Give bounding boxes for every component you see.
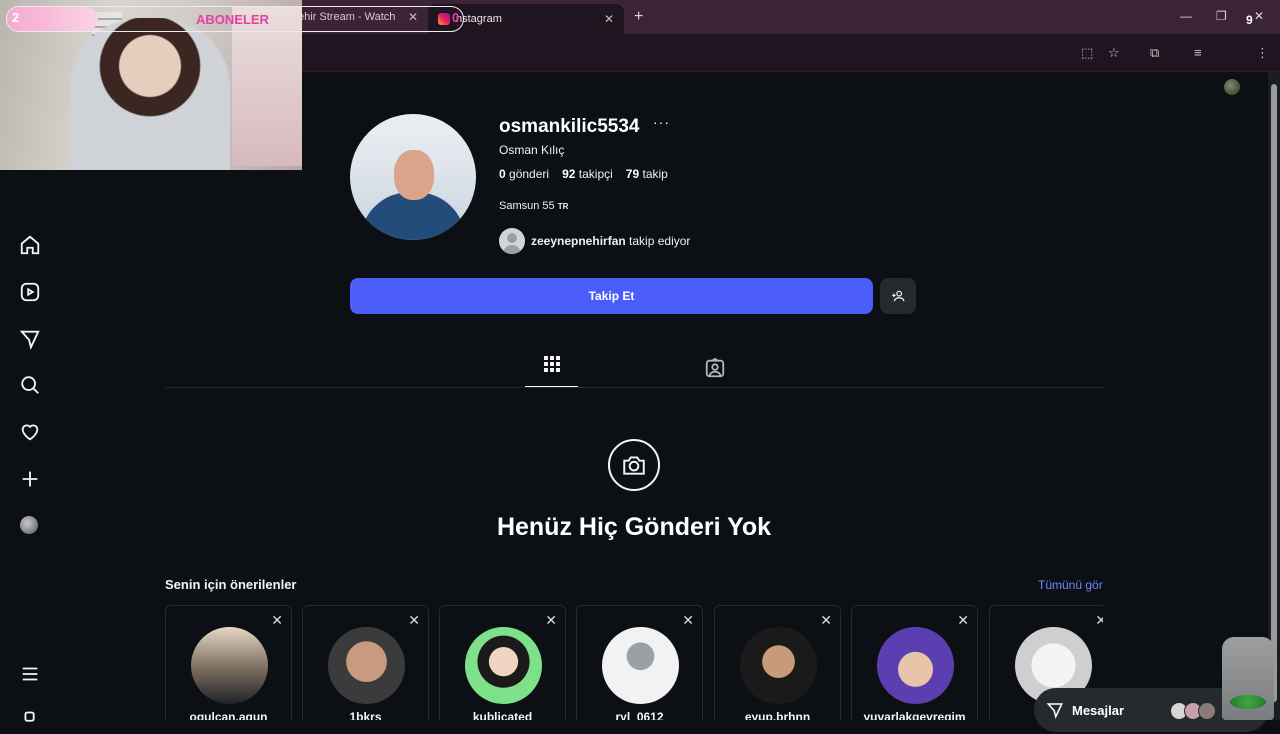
bio-text: Samsun 55 bbox=[499, 200, 555, 212]
suggestion-name: eyup.brhnn bbox=[744, 710, 811, 720]
suggestions-carousel: ✕ ogulcan.agun ✕ 1bkrs ✕ kublicated ✕ ry… bbox=[165, 605, 1103, 720]
suggested-users-button[interactable] bbox=[880, 278, 916, 314]
direct-message-icon bbox=[1046, 703, 1063, 719]
messages-avatars bbox=[1170, 702, 1230, 722]
suggestion-avatar bbox=[602, 627, 679, 704]
install-icon[interactable]: ⬚ bbox=[1081, 45, 1093, 61]
heart-icon[interactable] bbox=[19, 421, 41, 443]
suggestion-avatar bbox=[877, 627, 954, 704]
corner-counter: 9 bbox=[1246, 13, 1253, 27]
tab-posts[interactable] bbox=[525, 355, 578, 388]
grid-icon bbox=[543, 356, 560, 372]
add-person-icon bbox=[892, 290, 905, 302]
bookmark-star-icon[interactable]: ☆ bbox=[1108, 45, 1120, 61]
followed-by-user: zeeynepnehirfan bbox=[531, 234, 626, 248]
profile-bio: Samsun 55 TR bbox=[499, 200, 568, 212]
dismiss-icon[interactable]: ✕ bbox=[820, 612, 832, 629]
message-avatar bbox=[1198, 702, 1216, 720]
minimize-icon[interactable]: — bbox=[1180, 9, 1192, 23]
suggestion-card[interactable]: ✕ ogulcan.agun bbox=[165, 605, 292, 720]
media-control-icon[interactable]: ≡ bbox=[1194, 45, 1202, 60]
followers-stat[interactable]: 92 takipçi bbox=[562, 167, 613, 181]
suggestions-title: Senin için önerilenler bbox=[165, 577, 297, 592]
suggestion-avatar bbox=[740, 627, 817, 704]
no-posts-title: Henüz Hiç Gönderi Yok bbox=[496, 513, 772, 541]
followed-by-text: takip ediyor bbox=[629, 234, 691, 248]
close-window-icon[interactable]: ✕ bbox=[1254, 9, 1264, 23]
suggestion-name: ogulcan.agun bbox=[189, 710, 268, 720]
dismiss-icon[interactable]: ✕ bbox=[271, 612, 283, 629]
threads-icon[interactable] bbox=[19, 707, 41, 729]
reels-icon[interactable] bbox=[19, 281, 41, 303]
browser-profile-avatar[interactable] bbox=[1224, 79, 1240, 95]
followed-by-avatar bbox=[499, 228, 525, 254]
posts-stat: 0 gönderi bbox=[499, 167, 549, 181]
bio-flag: TR bbox=[557, 202, 569, 211]
suggestion-card[interactable]: ✕ eyup.brhnn bbox=[714, 605, 841, 720]
suggestion-avatar bbox=[191, 627, 268, 704]
camera-circle bbox=[608, 439, 660, 491]
home-icon[interactable] bbox=[19, 234, 41, 256]
followers-count: 92 bbox=[562, 167, 576, 181]
search-icon[interactable] bbox=[19, 374, 41, 396]
more-menu-icon[interactable] bbox=[19, 663, 41, 685]
followed-by[interactable]: zeeynepnehirfan takip ediyor bbox=[499, 228, 690, 254]
suggestion-card[interactable]: ✕ yuvarlakgevregim bbox=[851, 605, 978, 720]
tab-close-icon[interactable]: ✕ bbox=[604, 12, 614, 26]
restore-icon[interactable]: ❐ bbox=[1216, 9, 1227, 23]
suggestion-avatar bbox=[465, 627, 542, 704]
direct-message-icon[interactable] bbox=[19, 328, 41, 350]
more-options-icon[interactable]: ··· bbox=[653, 114, 670, 130]
camera-icon bbox=[623, 456, 645, 475]
follow-button[interactable]: Takip Et bbox=[350, 278, 873, 314]
suggestion-name: yuvarlakgevregim bbox=[863, 710, 966, 720]
suggestion-card[interactable]: ✕ ryl_0612 bbox=[576, 605, 703, 720]
suggestion-name: ryl_0612 bbox=[615, 710, 664, 720]
following-count: 79 bbox=[625, 167, 640, 181]
profile-avatar[interactable] bbox=[350, 114, 476, 240]
subscriber-label: ABONELER bbox=[196, 12, 269, 27]
streamer bbox=[70, 18, 230, 170]
scrollbar-thumb[interactable] bbox=[1271, 84, 1277, 702]
subscriber-current: 2 bbox=[12, 10, 20, 25]
tagged-person-icon bbox=[705, 357, 725, 378]
posts-label: gönderi bbox=[509, 167, 550, 181]
messages-label: Mesajlar bbox=[1072, 702, 1125, 718]
profile-stats: 0 gönderi 92 takipçi 79 takip bbox=[499, 167, 668, 181]
dismiss-icon[interactable]: ✕ bbox=[545, 612, 557, 629]
suggestion-name: 1bkrs bbox=[349, 710, 382, 720]
tab-tagged[interactable] bbox=[704, 357, 726, 384]
dismiss-icon[interactable]: ✕ bbox=[682, 612, 694, 629]
suggestion-card[interactable]: ✕ 1bkrs bbox=[302, 605, 429, 720]
dismiss-icon[interactable]: ✕ bbox=[957, 612, 969, 629]
profile-full-name: Osman Kılıç bbox=[499, 143, 565, 157]
browser-menu-icon[interactable]: ⋮ bbox=[1256, 45, 1269, 61]
page-scrollbar[interactable] bbox=[1268, 72, 1280, 720]
see-all-link[interactable]: Tümünü gör bbox=[1038, 578, 1103, 592]
followers-label: takipçi bbox=[578, 167, 613, 181]
dismiss-icon[interactable]: ✕ bbox=[408, 612, 420, 629]
profile-username: osmankilic5534 bbox=[499, 116, 640, 137]
desk-plant-overlay bbox=[1222, 637, 1274, 720]
following-label: takip bbox=[642, 167, 668, 181]
new-tab-button[interactable]: + bbox=[634, 8, 643, 26]
profile-avatar-face bbox=[394, 150, 434, 200]
posts-count: 0 bbox=[499, 167, 506, 181]
dismiss-icon[interactable]: ✕ bbox=[1095, 612, 1103, 629]
suggestion-avatar bbox=[328, 627, 405, 704]
tabs-divider bbox=[165, 387, 1103, 388]
extensions-icon[interactable]: ⧉ bbox=[1150, 45, 1159, 61]
subscriber-goal: 0 bbox=[452, 10, 460, 25]
subscriber-goal-fill bbox=[7, 7, 98, 31]
suggestion-card[interactable]: ✕ kublicated bbox=[439, 605, 566, 720]
following-stat[interactable]: 79 takip bbox=[626, 167, 668, 181]
create-plus-icon[interactable] bbox=[19, 468, 41, 490]
suggestion-name: kublicated bbox=[472, 710, 533, 720]
